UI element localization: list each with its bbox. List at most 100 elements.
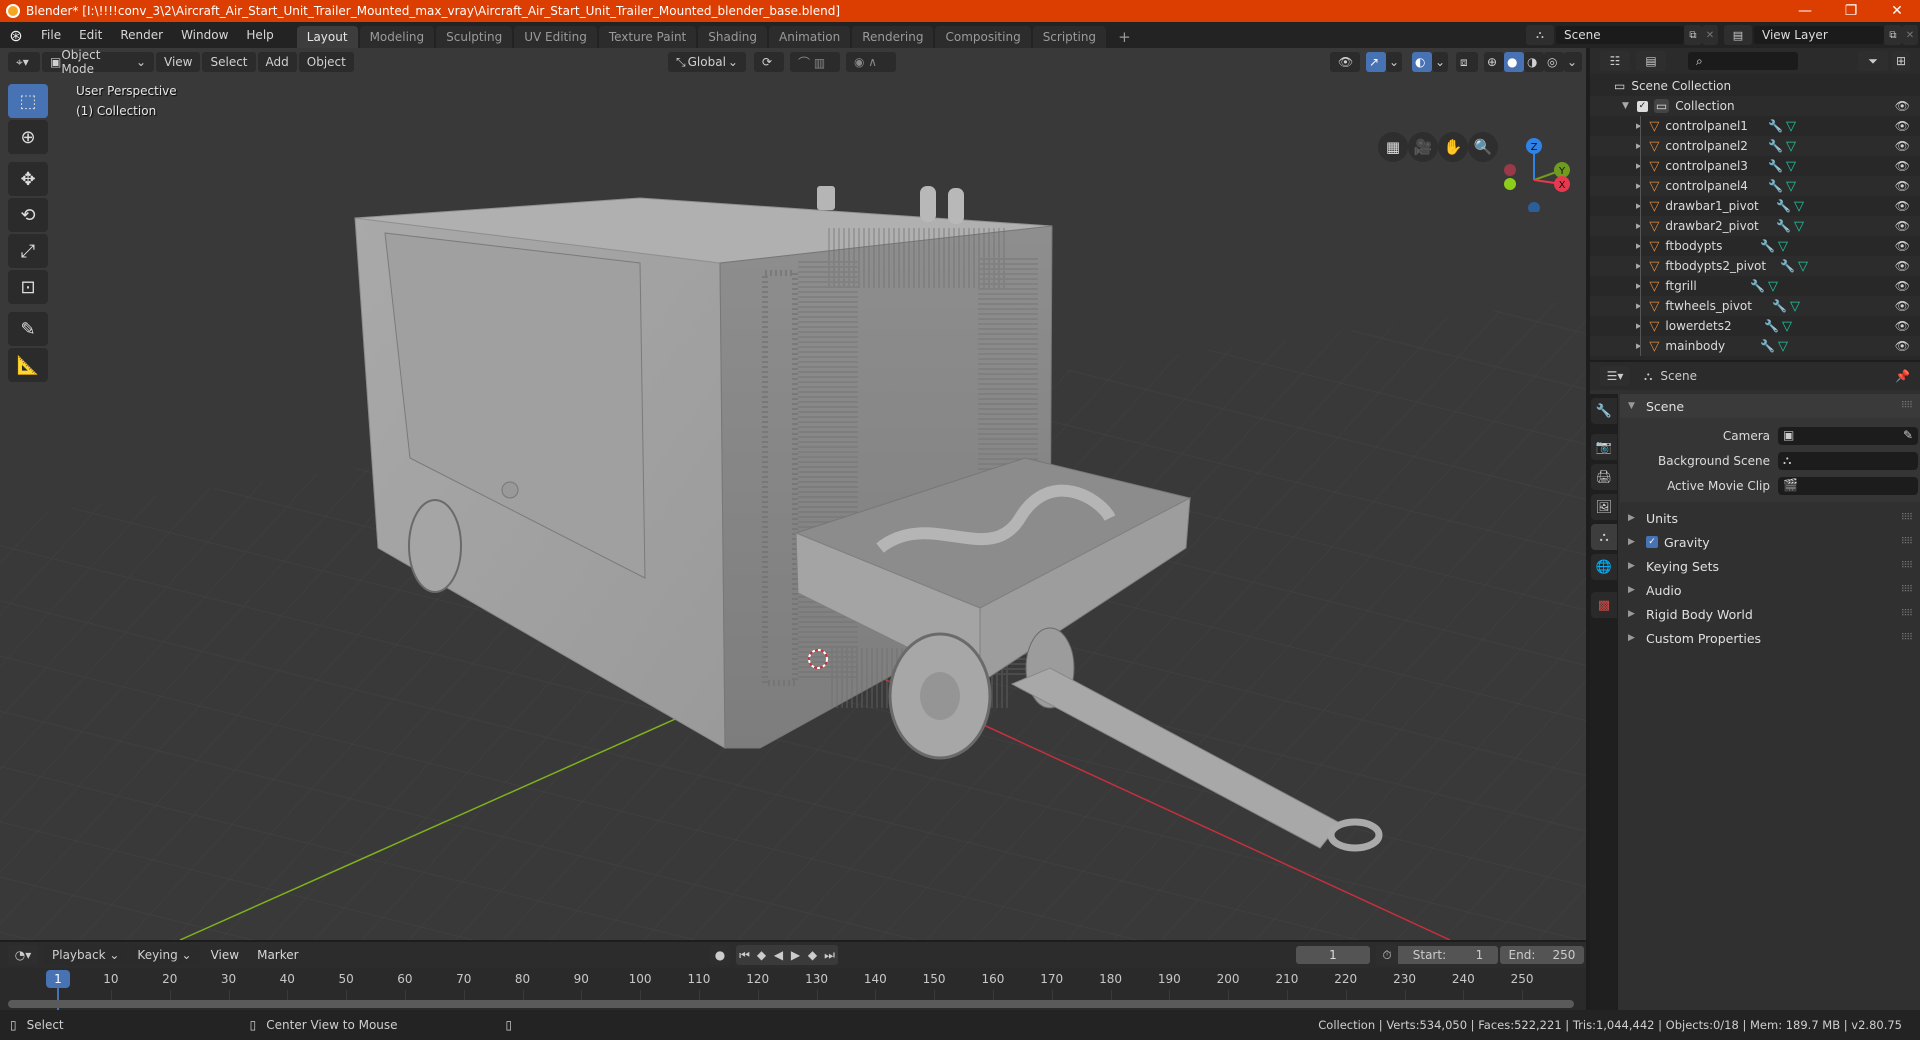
start-frame-field[interactable]: Start: 1 [1398, 946, 1498, 964]
menu-file[interactable]: File [32, 28, 70, 42]
modifier-wrench-icon[interactable]: 🔧 [1768, 119, 1783, 133]
background-scene-field[interactable]: ⛬ [1778, 452, 1918, 470]
panel-gravity[interactable]: ▶ ✓ Gravity ⠿⠿ [1620, 530, 1920, 554]
rotate-tool-icon[interactable]: ⟲ [8, 198, 48, 232]
modifier-wrench-icon[interactable]: 🔧 [1768, 179, 1783, 193]
play-icon[interactable]: ▶ [787, 945, 804, 965]
record-button[interactable]: ● [710, 945, 730, 965]
current-frame-field[interactable]: 1 [1296, 946, 1370, 964]
snap-toggle-icon[interactable]: ⌒ ▥ [790, 52, 840, 72]
menu-window[interactable]: Window [172, 28, 237, 42]
gizmo-neg-x[interactable] [1504, 164, 1516, 176]
scale-tool-icon[interactable]: ⤢ [8, 234, 48, 268]
annotate-tool-icon[interactable]: ✎ [8, 312, 48, 346]
eye-icon[interactable]: 👁 [1895, 159, 1910, 173]
shading-rendered-icon[interactable]: ◎ [1544, 52, 1564, 72]
eye-icon[interactable]: 👁 [1895, 259, 1910, 273]
outliner-object-row[interactable]: ▶ ▽ mainbody 🔧 ▽ 👁 [1590, 336, 1920, 356]
tab-compositing[interactable]: Compositing [935, 26, 1031, 48]
mesh-data-icon[interactable]: ▽ [1798, 259, 1808, 274]
eye-icon[interactable]: 👁 [1895, 279, 1910, 293]
timeline-menu-view[interactable]: View [202, 948, 248, 962]
drag-handle-icon[interactable]: ⠿⠿ [1901, 537, 1913, 547]
drag-handle-icon[interactable]: ⠿⠿ [1901, 609, 1913, 619]
scene-icon[interactable]: ⛬ [1526, 25, 1554, 45]
modifier-wrench-icon[interactable]: 🔧 [1760, 239, 1775, 253]
outliner-object-row[interactable]: ▶ ▽ drawbar1_pivot 🔧 ▽ 👁 [1590, 196, 1920, 216]
panel-units[interactable]: ▶ Units ⠿⠿ [1620, 506, 1920, 530]
tab-uv-editing[interactable]: UV Editing [514, 26, 597, 48]
timeline-scrollbar[interactable] [8, 1000, 1574, 1008]
outliner-object-row[interactable]: ▶ ▽ controlpanel1 🔧 ▽ 👁 [1590, 116, 1920, 136]
drag-handle-icon[interactable]: ⠿⠿ [1901, 585, 1913, 595]
remove-scene-icon[interactable]: ✕ [1702, 25, 1718, 45]
outliner-object-row[interactable]: ▶ ▽ controlpanel4 🔧 ▽ 👁 [1590, 176, 1920, 196]
mesh-data-icon[interactable]: ▽ [1778, 239, 1788, 254]
shading-wireframe-icon[interactable]: ⊕ [1484, 52, 1504, 72]
toggle-camera-grid-icon[interactable]: ▦ [1378, 132, 1408, 162]
outliner-object-row[interactable]: ▶ ▽ drawbar2_pivot 🔧 ▽ 👁 [1590, 216, 1920, 236]
panel-custom-properties[interactable]: ▶ Custom Properties ⠿⠿ [1620, 626, 1920, 650]
world-tab-icon[interactable]: 🌐 [1591, 554, 1617, 580]
modifier-wrench-icon[interactable]: 🔧 [1776, 219, 1791, 233]
outliner-object-row[interactable]: ▶ ▽ ftbodypts 🔧 ▽ 👁 [1590, 236, 1920, 256]
outliner-object-row[interactable]: ▶ ▽ lowerdets2 🔧 ▽ 👁 [1590, 316, 1920, 336]
modifier-wrench-icon[interactable]: 🔧 [1750, 279, 1765, 293]
display-mode-icon[interactable]: ▤ [1636, 51, 1666, 71]
view-layer-icon[interactable]: ▤ [1724, 25, 1752, 45]
drag-handle-icon[interactable]: ⠿⠿ [1901, 513, 1913, 523]
eye-icon[interactable]: 👁 [1895, 219, 1910, 233]
mode-dropdown[interactable]: ▣ Object Mode ⌄ [42, 48, 154, 76]
mesh-data-icon[interactable]: ▽ [1794, 199, 1804, 214]
select-box-tool-icon[interactable]: ⬚ [8, 84, 48, 118]
playhead[interactable]: 1 [46, 970, 70, 988]
play-reverse-icon[interactable]: ◀ [770, 945, 787, 965]
pivot-point-icon[interactable]: ⟳ [754, 52, 784, 72]
modifier-wrench-icon[interactable]: 🔧 [1760, 339, 1775, 353]
drag-handle-icon[interactable]: ⠿⠿ [1901, 633, 1913, 643]
timeline-track-area[interactable]: 10 20 30 40 50 60 70 80 90 100 110 120 130 140 150 160 1… [0, 968, 1586, 1010]
menu-render[interactable]: Render [111, 28, 172, 42]
modifier-wrench-icon[interactable]: 🔧 [1776, 199, 1791, 213]
tab-texture-paint[interactable]: Texture Paint [598, 26, 697, 48]
xray-toggle-icon[interactable]: ⧈ [1456, 52, 1478, 72]
eye-icon[interactable]: 👁 [1895, 199, 1910, 213]
new-scene-icon[interactable]: ⧉ [1684, 25, 1702, 45]
tab-sculpting[interactable]: Sculpting [436, 26, 513, 48]
proportional-editing-icon[interactable]: ◉ ∧ [846, 52, 896, 72]
panel-audio[interactable]: ▶ Audio ⠿⠿ [1620, 578, 1920, 602]
viewport-menu-select[interactable]: Select [202, 52, 256, 72]
output-tab-icon[interactable]: 🖨 [1591, 464, 1617, 490]
tab-scripting[interactable]: Scripting [1032, 26, 1107, 48]
outliner-editor-type-icon[interactable]: ☷ [1600, 51, 1630, 71]
scene-panel-header[interactable]: ▼ Scene ⠿⠿ [1620, 394, 1920, 418]
outliner-object-row[interactable]: ▶ ▽ ftbodypts2_pivot 🔧 ▽ 👁 [1590, 256, 1920, 276]
eye-icon[interactable]: 👁 [1895, 99, 1910, 113]
overlays-dropdown-icon[interactable]: ⌄ [1432, 52, 1448, 72]
eye-icon[interactable]: 👁 [1895, 339, 1910, 353]
measure-tool-icon[interactable]: 📐 [8, 348, 48, 382]
view-layer-tab-icon[interactable]: 🖼 [1591, 494, 1617, 520]
expand-triangle-icon[interactable]: ▼ [1622, 101, 1629, 111]
mesh-data-icon[interactable]: ▽ [1782, 319, 1792, 334]
active-movie-clip-field[interactable]: 🎬 [1778, 477, 1918, 495]
drag-handle-icon[interactable]: ⠿⠿ [1901, 561, 1913, 571]
modifier-wrench-icon[interactable]: 🔧 [1772, 299, 1787, 313]
eye-icon[interactable]: 👁 [1895, 179, 1910, 193]
remove-view-layer-icon[interactable]: ✕ [1902, 25, 1918, 45]
maximize-button[interactable]: ❐ [1828, 0, 1874, 22]
mesh-data-icon[interactable]: ▽ [1794, 219, 1804, 234]
render-tab-icon[interactable]: 📷 [1591, 434, 1617, 460]
move-tool-icon[interactable]: ✥ [8, 162, 48, 196]
gizmo-neg-y[interactable] [1504, 178, 1516, 190]
properties-editor-type-icon[interactable]: ☰▾ [1600, 366, 1630, 386]
eye-icon[interactable]: 👁 [1895, 299, 1910, 313]
shading-solid-icon[interactable]: ● [1504, 52, 1524, 72]
eye-icon[interactable]: 👁 [1895, 319, 1910, 333]
gizmo-toggle-icon[interactable]: ↗ [1366, 52, 1386, 72]
3d-viewport[interactable]: ⌖▾ ▣ Object Mode ⌄ View Select Add Objec… [0, 48, 1586, 940]
eye-icon[interactable]: 👁 [1895, 139, 1910, 153]
new-view-layer-icon[interactable]: ⧉ [1884, 25, 1902, 45]
modifier-wrench-icon[interactable]: 🔧 [1768, 159, 1783, 173]
blender-menu-icon[interactable]: ⊛ [0, 26, 32, 45]
